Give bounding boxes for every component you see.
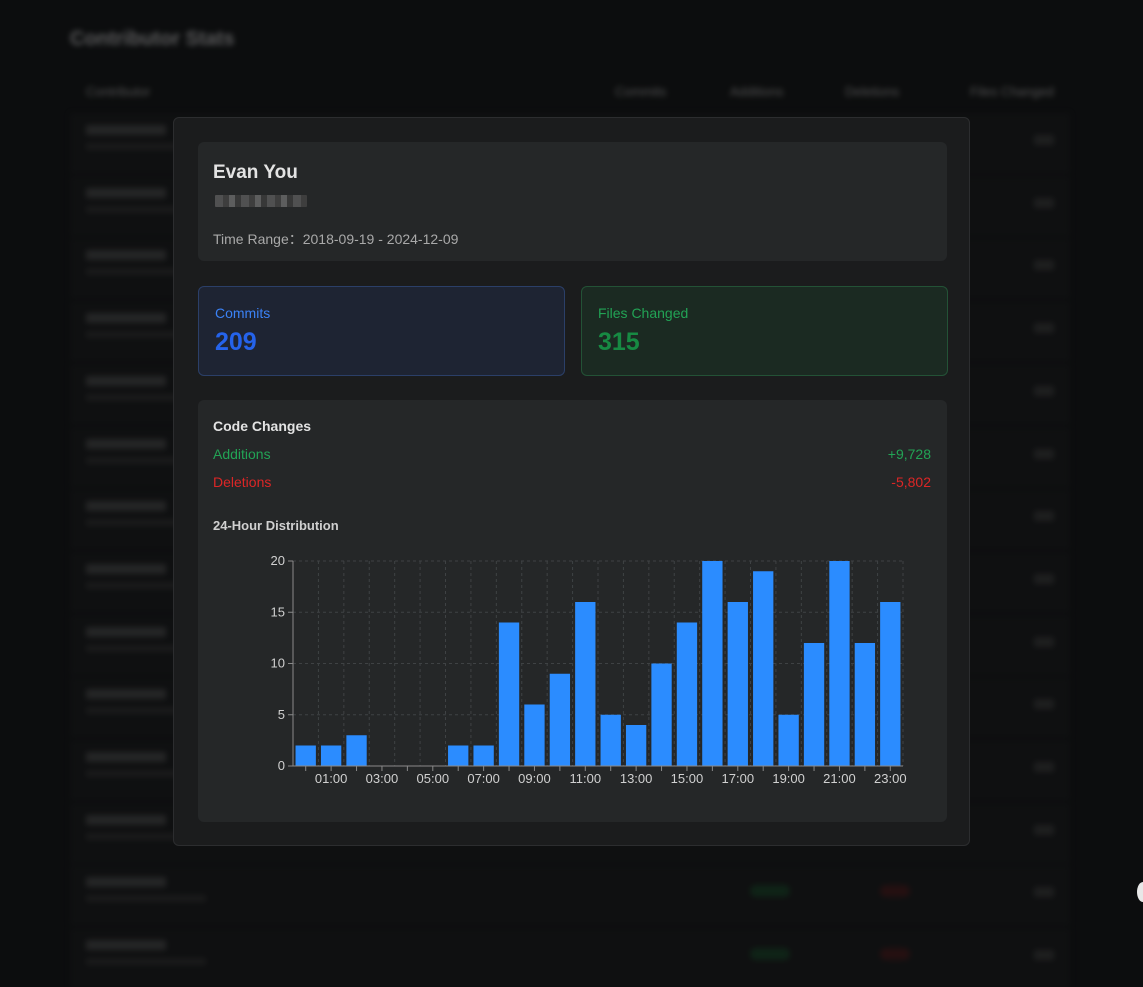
bar-14:00 (651, 663, 672, 766)
bar-17:00 (727, 602, 748, 766)
files-changed-label: Files Changed (598, 305, 689, 321)
commits-stat-card: Commits 209 (198, 286, 565, 376)
x-tick-label: 17:00 (722, 771, 755, 786)
x-tick-label: 09:00 (518, 771, 551, 786)
x-tick-label: 07:00 (467, 771, 500, 786)
bar-10:00 (549, 673, 571, 766)
files-changed-stat-card: Files Changed 315 (581, 286, 948, 376)
y-tick-label: 20 (271, 553, 285, 568)
y-tick-label: 15 (271, 604, 285, 619)
background-page-title: Contributor Stats (70, 28, 235, 50)
bar-11:00 (575, 602, 596, 766)
x-tick-label: 01:00 (315, 771, 348, 786)
bar-18:00 (753, 571, 774, 766)
bar-21:00 (829, 561, 850, 766)
bar-19:00 (778, 714, 799, 766)
time-range: Time Range：2018-09-19 - 2024-12-09 (213, 231, 459, 247)
files-changed-value: 315 (598, 328, 640, 356)
background-col-additions: Additions (730, 84, 784, 99)
background-table-row (70, 865, 1070, 925)
y-tick-label: 0 (278, 758, 285, 773)
background-table-row (70, 928, 1070, 987)
background-col-files: Files Changed (970, 84, 1054, 99)
x-tick-label: 23:00 (874, 771, 907, 786)
x-tick-label: 05:00 (417, 771, 450, 786)
bar-09:00 (524, 704, 545, 766)
x-tick-label: 13:00 (620, 771, 653, 786)
contributor-detail-modal: Evan You Time Range：2018-09-19 - 2024-12… (173, 117, 970, 846)
x-tick-label: 19:00 (772, 771, 805, 786)
hourly-distribution-chart: 0 5 10 15 20 01:00 03:00 05:00 07:00 09:00 11:00 13… (271, 553, 907, 786)
commits-label: Commits (215, 305, 271, 321)
x-tick-label: 21:00 (823, 771, 856, 786)
bar-13:00 (625, 725, 647, 766)
bar-07:00 (473, 745, 494, 766)
bar-06:00 (448, 745, 469, 766)
background-table-header: Contributor Commits Additions Deletions … (70, 74, 1070, 108)
background-col-deletions: Deletions (845, 84, 900, 99)
contributor-name: Evan You (213, 162, 298, 183)
bar-12:00 (600, 714, 621, 766)
x-tick-label: 11:00 (570, 771, 602, 786)
profile-card: Evan You Time Range：2018-09-19 - 2024-12… (198, 142, 947, 261)
x-tick-label: 03:00 (366, 771, 399, 786)
y-tick-label: 5 (278, 707, 285, 722)
x-tick-label: 15:00 (671, 771, 704, 786)
background-col-commits: Commits (615, 84, 667, 99)
bar-20:00 (803, 643, 825, 766)
bar-16:00 (702, 561, 723, 766)
bar-08:00 (498, 622, 520, 766)
bar-02:00 (346, 735, 367, 766)
y-tick-label: 10 (271, 656, 285, 671)
code-changes-card: Code Changes Additions +9,728 Deletions … (198, 400, 947, 822)
bar-01:00 (320, 745, 342, 766)
cursor-indicator (1137, 882, 1143, 902)
commits-value: 209 (215, 328, 257, 356)
bar-15:00 (676, 622, 698, 766)
bar-22:00 (854, 643, 876, 766)
background-col-contributor: Contributor (86, 84, 151, 99)
bar-23:00 (880, 602, 901, 766)
redacted-email (215, 195, 307, 207)
bar-00:00 (295, 745, 316, 766)
